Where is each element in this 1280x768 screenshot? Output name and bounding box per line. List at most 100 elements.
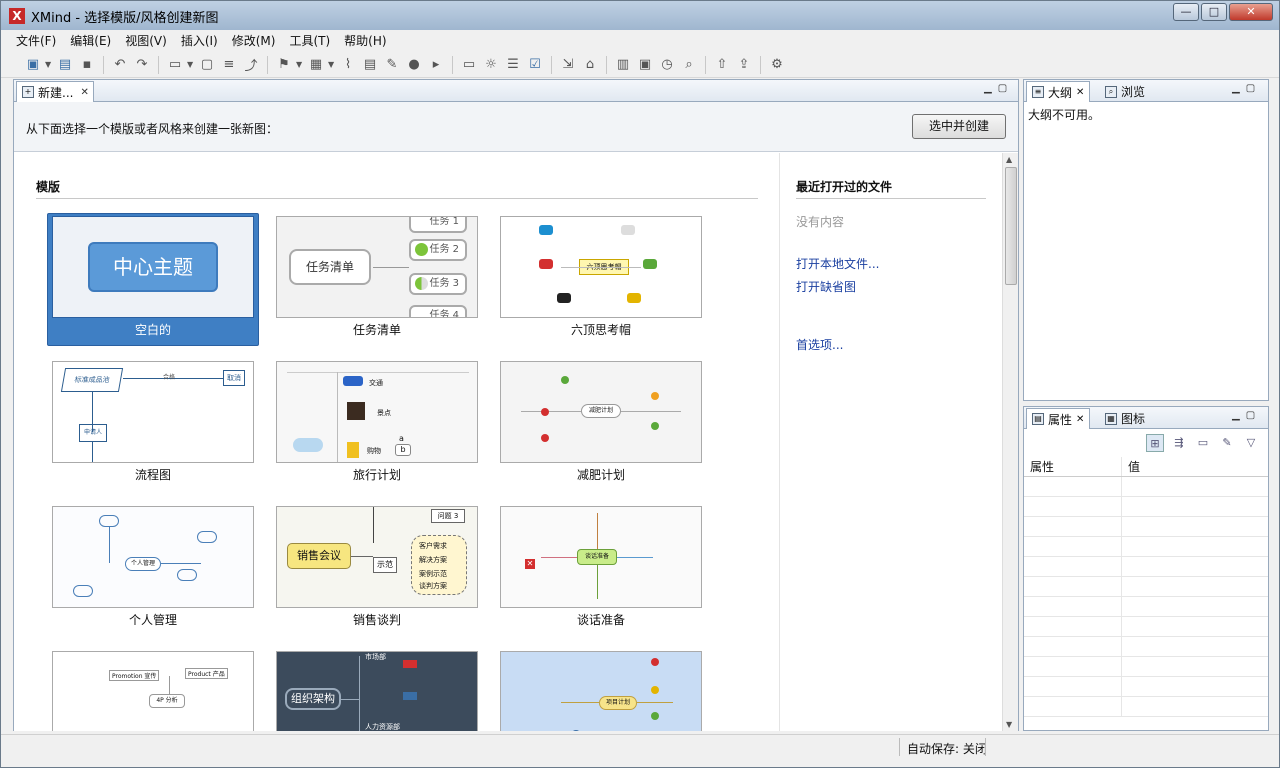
tab-outline[interactable]: ≡ 大纲 ✕ (1026, 81, 1091, 102)
pin-icon[interactable]: ✎ (1218, 434, 1236, 452)
template-label: 空白的 (134, 323, 171, 337)
boundary-icon[interactable]: ▢ (197, 55, 217, 75)
template-task-list[interactable]: 任务清单 任务 1 任务 2 任务 3 任务 4 (276, 216, 478, 318)
save-icon[interactable]: ▪ (77, 55, 97, 75)
new-document-icon: + (22, 86, 34, 98)
menu-tools[interactable]: 工具(T) (282, 30, 337, 52)
tab-new[interactable]: + 新建... ✕ (16, 81, 94, 102)
image-icon[interactable]: ▦ (306, 55, 326, 75)
menu-view[interactable]: 视图(V) (118, 30, 174, 52)
maximize-pane-icon[interactable]: ▢ (998, 83, 1007, 94)
new-map-prompt: 从下面选择一个模版或者风格来创建一张新图： (26, 122, 279, 136)
restore-default-icon[interactable]: ▭ (1194, 434, 1212, 452)
select-and-create-button[interactable]: 选中并创建 (912, 114, 1006, 139)
template-sales-negotiation[interactable]: 销售会议 示范 问题 3 客户需求 解决方案 案例示范 谈判方案 (276, 506, 478, 608)
drill-up-icon[interactable]: ⌂ (580, 55, 600, 75)
filter-icon[interactable]: ⇶ (1170, 434, 1188, 452)
minimize-pane-icon[interactable]: ▁ (1232, 83, 1240, 94)
editor-pane: + 新建... ✕ ▁ ▢ 从下面选择一个模版或者风格来创建一张新图： 选中并创… (13, 79, 1019, 731)
task-icon[interactable]: ☑ (525, 55, 545, 75)
icons-grid-icon: ▦ (1105, 412, 1117, 425)
template-project-plan[interactable]: 项目计划 (500, 651, 702, 731)
car-icon (343, 376, 363, 386)
insert-topic-icon[interactable]: ▭ (165, 55, 185, 75)
marker-icon[interactable]: ⚑ (274, 55, 294, 75)
tab-close-icon[interactable]: ✕ (1076, 414, 1084, 425)
drill-down-icon[interactable]: ⇲ (558, 55, 578, 75)
topic-dropdown-icon[interactable]: ▼ (187, 60, 195, 69)
tab-browse-label: 浏览 (1121, 85, 1146, 99)
menu-file[interactable]: 文件(F) (9, 30, 63, 52)
new-file-icon[interactable]: ▣ (23, 55, 43, 75)
autosave-status: 自动保存: 关闭 (907, 742, 987, 756)
vertical-scrollbar[interactable]: ▲ ▼ (1002, 153, 1018, 731)
undo-icon[interactable]: ↶ (110, 55, 130, 75)
menu-edit[interactable]: 编辑(E) (63, 30, 118, 52)
zoom-icon[interactable]: ⌕ (679, 55, 699, 75)
outline-unavailable-message: 大纲不可用。 (1028, 108, 1101, 122)
minimize-pane-icon[interactable]: ▁ (1232, 410, 1240, 421)
image-dropdown-icon[interactable]: ▼ (328, 60, 336, 69)
tab-properties[interactable]: ▤ 属性 ✕ (1026, 408, 1091, 429)
template-org-chart[interactable]: 组织架构 市场部 人力资源部 (276, 651, 478, 731)
menu-help[interactable]: 帮助(H) (337, 30, 393, 52)
scroll-down-icon[interactable]: ▼ (1006, 720, 1012, 729)
progress-icon (415, 277, 428, 290)
template-gallery: 模版 中心主题 空白的 任务清单 任务 1 任务 2 任务 3 任务 4 任务清… (14, 153, 1002, 731)
status-bar: 自动保存: 关闭 (1, 734, 1279, 758)
settings-gear-icon[interactable]: ⚙ (767, 55, 787, 75)
template-conversation-prep[interactable]: 谈话准备 ✕ (500, 506, 702, 608)
hyperlink-icon[interactable]: ● (404, 55, 424, 75)
marker-dropdown-icon[interactable]: ▼ (296, 60, 304, 69)
tab-close-icon[interactable]: ✕ (80, 87, 88, 98)
redo-icon[interactable]: ↷ (132, 55, 152, 75)
gantt-icon[interactable]: ▥ (613, 55, 633, 75)
tab-icons[interactable]: ▦ 图标 (1100, 408, 1150, 429)
comment-icon[interactable]: ▭ (459, 55, 479, 75)
view-menu-icon[interactable]: ▽ (1242, 434, 1260, 452)
red-hat-icon (539, 259, 553, 269)
clock-icon[interactable]: ◷ (657, 55, 677, 75)
new-dropdown-icon[interactable]: ▼ (45, 60, 53, 69)
scroll-thumb[interactable] (1005, 167, 1017, 285)
maximize-button[interactable]: □ (1201, 3, 1227, 21)
minimize-pane-icon[interactable]: ▁ (984, 83, 992, 94)
preferences-link[interactable]: 首选项... (796, 336, 843, 353)
relationship-icon[interactable]: ⤴ (241, 55, 261, 75)
menu-insert[interactable]: 插入(I) (174, 30, 225, 52)
property-column-header: 属性 (1024, 457, 1122, 476)
properties-pane-controls: ▁ ▢ (1232, 410, 1255, 421)
presentation-icon[interactable]: ▣ (635, 55, 655, 75)
notes-icon[interactable]: ✎ (382, 55, 402, 75)
template-label: 个人管理 (128, 613, 177, 627)
open-default-map-link[interactable]: 打开缺省图 (796, 278, 856, 295)
open-local-file-link[interactable]: 打开本地文件... (796, 255, 879, 272)
maximize-pane-icon[interactable]: ▢ (1246, 83, 1255, 94)
label-icon[interactable]: ▤ (360, 55, 380, 75)
upload-icon[interactable]: ⇧ (712, 55, 732, 75)
attachment-icon[interactable]: ⌇ (338, 55, 358, 75)
template-diet-plan[interactable]: 减肥计划 (500, 361, 702, 463)
maximize-pane-icon[interactable]: ▢ (1246, 410, 1255, 421)
minimize-button[interactable]: — (1173, 3, 1199, 21)
tab-browse[interactable]: ⌕ 浏览 (1100, 81, 1150, 102)
menu-modify[interactable]: 修改(M) (225, 30, 283, 52)
template-blank[interactable]: 中心主题 (52, 216, 254, 318)
close-button[interactable]: ✕ (1229, 3, 1273, 21)
share-icon[interactable]: ⇪ (734, 55, 754, 75)
main-toolbar: ▣ ▼ ▤ ▪ ↶ ↷ ▭ ▼ ▢ ≡ ⤴ ⚑ ▼ ▦ ▼ ⌇ ▤ ✎ ● ▸ ▭ ☼ … (1, 52, 1279, 78)
audio-icon[interactable]: ▸ (426, 55, 446, 75)
template-flowchart[interactable]: 标准成品池 取消 合格 申请人 (52, 361, 254, 463)
scroll-up-icon[interactable]: ▲ (1006, 155, 1012, 164)
summary-icon[interactable]: ≡ (219, 55, 239, 75)
template-travel-plan[interactable]: 交通 景点 购物 a b (276, 361, 478, 463)
recent-files-empty: 没有内容 (796, 215, 845, 229)
template-six-hats[interactable]: 六顶思考帽 (500, 216, 702, 318)
template-4p-analysis[interactable]: 4P 分析 Promotion 宣传 Product 产品 (52, 651, 254, 731)
tab-close-icon[interactable]: ✕ (1076, 87, 1084, 98)
open-folder-icon[interactable]: ▤ (55, 55, 75, 75)
template-personal-management[interactable]: 个人管理 (52, 506, 254, 608)
categories-icon[interactable]: ⊞ (1146, 434, 1164, 452)
outline-view-icon[interactable]: ☰ (503, 55, 523, 75)
idea-icon[interactable]: ☼ (481, 55, 501, 75)
